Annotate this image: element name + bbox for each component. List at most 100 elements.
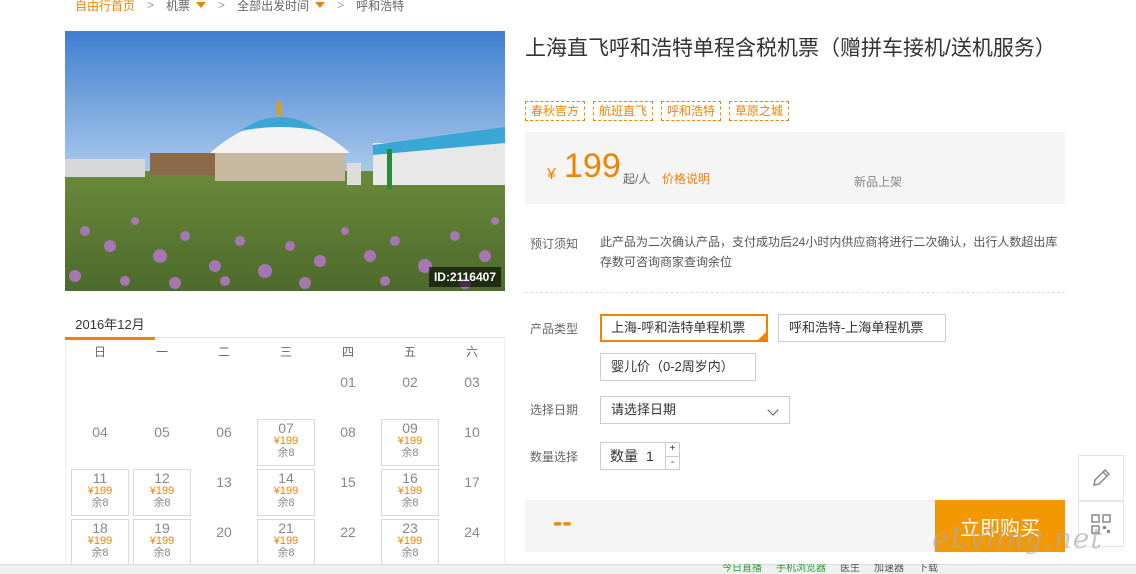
calendar-day[interactable]: 23 ¥199 余8	[379, 514, 441, 566]
day-number: 01	[340, 374, 356, 390]
day-price: ¥199	[149, 535, 175, 547]
price-panel: ¥ 199 起/人 价格说明 新品上架	[525, 132, 1065, 204]
day-number	[193, 364, 255, 374]
status-item-download[interactable]: 下载	[918, 564, 938, 574]
breadcrumb-flight-dropdown[interactable]: 机票	[166, 0, 207, 14]
calendar-day[interactable]: 08	[317, 414, 379, 464]
calendar-day[interactable]: 18 ¥199 余8	[69, 514, 131, 566]
weekday-label: 日	[93, 345, 106, 359]
status-item-doctor[interactable]: 医生	[840, 564, 860, 574]
calendar-day[interactable]: 24	[441, 514, 503, 564]
total-price: --	[553, 506, 572, 537]
weekday-label: 一	[155, 345, 168, 359]
calendar-day[interactable]: 21 ¥199 余8	[255, 514, 317, 566]
date-select[interactable]: 请选择日期	[600, 396, 790, 424]
breadcrumb-home-link[interactable]: 自由行首页	[75, 0, 135, 14]
type-label: 产品类型	[530, 322, 579, 336]
calendar-day[interactable]: 13	[193, 464, 255, 514]
calendar-day[interactable]: 20	[193, 514, 255, 564]
product-tags: 春秋官方 航班直飞 呼和浩特 草原之城	[525, 101, 790, 121]
status-item-mobile[interactable]: 手机浏览器	[776, 564, 826, 574]
calendar-month-tab[interactable]: 2016年12月	[65, 309, 155, 340]
breadcrumb-time-label: 全部出发时间	[237, 0, 310, 13]
day-price: ¥199	[87, 535, 113, 547]
calendar-day	[131, 364, 193, 414]
type-option-infant[interactable]: 婴儿价（0-2周岁内）	[600, 353, 756, 381]
day-number: 04	[92, 424, 108, 440]
calendar-day[interactable]: 09 ¥199 余8	[379, 414, 441, 466]
day-number	[69, 364, 131, 374]
decrement-button[interactable]: -	[666, 457, 679, 470]
day-number	[131, 364, 193, 374]
breadcrumb: 自由行首页 > 机票 > 全部出发时间 > 呼和浩特	[75, 0, 404, 14]
calendar-day[interactable]: 04	[69, 414, 131, 464]
increment-button[interactable]: +	[666, 443, 679, 457]
date-label: 选择日期	[530, 403, 579, 417]
day-price: ¥199	[397, 435, 423, 447]
calendar-grid: 01 02 03 04 05 06 07 ¥199 余8 08 09 ¥199 余8 10 11 ¥199 余8…	[66, 364, 504, 566]
day-number: 14	[278, 470, 294, 486]
tag-item[interactable]: 呼和浩特	[661, 101, 722, 121]
calendar-day[interactable]: 01	[317, 364, 379, 414]
calendar-day[interactable]: 07 ¥199 余8	[255, 414, 317, 466]
calendar-day[interactable]: 22	[317, 514, 379, 564]
calendar-day[interactable]: 10	[441, 414, 503, 464]
calendar-day[interactable]: 14 ¥199 余8	[255, 464, 317, 516]
currency-symbol: ¥	[547, 166, 556, 183]
day-number: 08	[340, 424, 356, 440]
calendar-day[interactable]: 16 ¥199 余8	[379, 464, 441, 516]
breadcrumb-flight-label: 机票	[166, 0, 191, 13]
calendar-day	[193, 364, 255, 414]
breadcrumb-time-dropdown[interactable]: 全部出发时间	[237, 0, 326, 14]
quantity-steps: + -	[665, 443, 679, 469]
caret-down-icon	[315, 2, 326, 8]
calendar-day[interactable]: 03	[441, 364, 503, 414]
calendar-day[interactable]: 12 ¥199 余8	[131, 464, 193, 516]
tag-item[interactable]: 春秋官方	[525, 101, 586, 121]
price-calendar: 日 一 二 三 四 五 六 01 02 03 04 05 06 07 ¥199 余8 08 09 ¥1…	[65, 340, 505, 574]
day-number: 06	[216, 424, 232, 440]
day-price: ¥199	[273, 535, 299, 547]
day-stock: 余8	[401, 447, 419, 459]
calendar-day[interactable]: 02	[379, 364, 441, 414]
breadcrumb-separator-icon: >	[147, 0, 155, 12]
weekday-label: 五	[403, 345, 416, 359]
calendar-day[interactable]: 05	[131, 414, 193, 464]
type-option-sha-hhht[interactable]: 上海-呼和浩特单程机票	[600, 314, 768, 342]
calendar-day[interactable]: 17	[441, 464, 503, 514]
calendar-day	[255, 364, 317, 414]
weekday-label: 四	[341, 345, 354, 359]
day-number: 20	[216, 524, 232, 540]
day-price: ¥199	[397, 535, 423, 547]
day-number: 10	[464, 424, 480, 440]
price-note-link[interactable]: 价格说明	[662, 170, 710, 187]
day-price: ¥199	[273, 435, 299, 447]
day-number: 23	[402, 520, 418, 536]
calendar-day[interactable]: 11 ¥199 余8	[69, 464, 131, 516]
feedback-tool[interactable]	[1078, 455, 1124, 501]
day-number: 13	[216, 474, 232, 490]
day-number: 07	[278, 420, 294, 436]
pencil-icon	[1093, 468, 1111, 486]
day-stock: 余8	[91, 547, 109, 559]
status-item-live[interactable]: 今日直播	[722, 564, 762, 574]
calendar-day	[69, 364, 131, 414]
day-number	[255, 364, 317, 374]
quantity-value[interactable]: 1	[638, 448, 666, 464]
calendar-day[interactable]: 19 ¥199 余8	[131, 514, 193, 566]
tag-item[interactable]: 航班直飞	[593, 101, 654, 121]
new-product-label: 新品上架	[854, 175, 903, 189]
day-price: ¥199	[273, 485, 299, 497]
breadcrumb-separator-icon: >	[337, 0, 345, 12]
quantity-stepper[interactable]: 数量 1 + -	[600, 442, 680, 470]
price-unit: 起/人	[623, 172, 651, 186]
type-option-hhht-sha[interactable]: 呼和浩特-上海单程机票	[778, 314, 946, 342]
day-number: 19	[154, 520, 170, 536]
image-id-badge: ID:2116407	[428, 267, 501, 287]
calendar-day[interactable]: 15	[317, 464, 379, 514]
status-item-accelerator[interactable]: 加速器	[874, 564, 904, 574]
product-photo[interactable]: ID:2116407	[65, 31, 505, 291]
calendar-day[interactable]: 06	[193, 414, 255, 464]
day-stock: 余8	[91, 497, 109, 509]
tag-item[interactable]: 草原之城	[729, 101, 790, 121]
